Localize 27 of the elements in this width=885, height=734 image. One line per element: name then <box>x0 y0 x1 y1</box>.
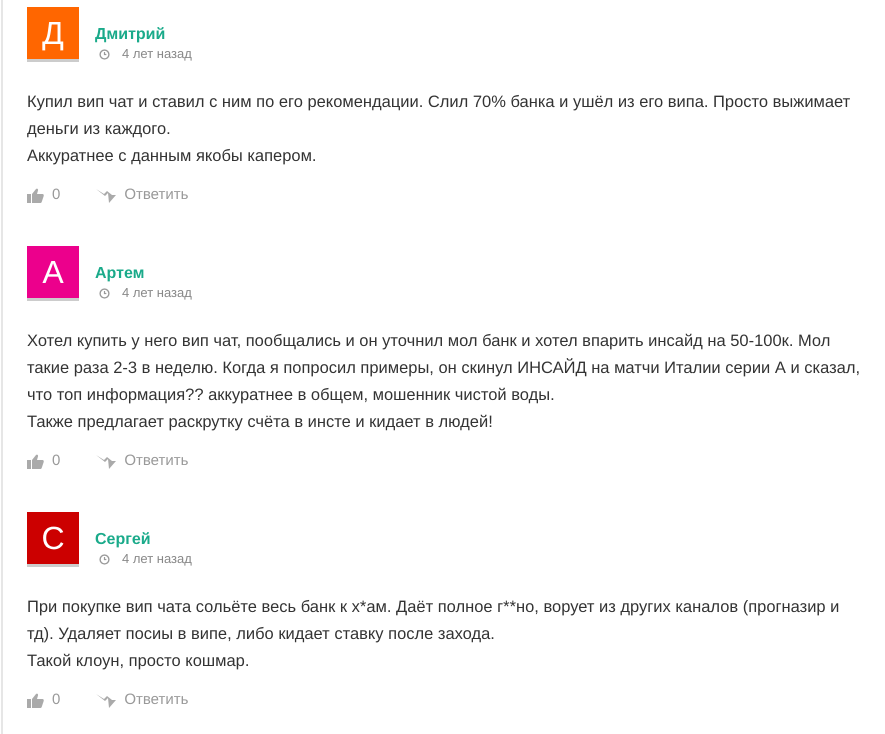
clock-icon <box>99 48 110 60</box>
comment-time: 4 лет назад <box>122 45 192 63</box>
author-name[interactable]: Сергей <box>95 530 192 550</box>
comment-time: 4 лет назад <box>122 550 192 568</box>
thumbs-up-icon[interactable] <box>27 454 44 468</box>
author-name[interactable]: Артем <box>95 264 192 284</box>
like-count: 0 <box>52 451 60 471</box>
author-name[interactable]: Дмитрий <box>95 25 192 45</box>
avatar: С <box>27 512 79 567</box>
clock-icon <box>99 288 110 298</box>
like-count: 0 <box>52 690 60 710</box>
reply-link[interactable]: Ответить <box>124 450 188 472</box>
comment-text: Аккуратнее с данным якобы капером. <box>27 146 318 167</box>
like-count: 0 <box>52 185 60 205</box>
thumbs-up-icon[interactable] <box>27 692 44 708</box>
comment-text: Также предлагает раскрутку счёта в инсте и кидает в людей! <box>27 412 494 433</box>
reply-link[interactable]: Ответить <box>124 689 188 711</box>
comment-text: Купил вип чат и ставил с ним по его рекомендации. Слил 70% банка и ушёл из его випа. Просто выжимает деньги из каждого. <box>27 92 852 140</box>
avatar: Д <box>27 7 79 62</box>
comment-text: Хотел купить у него вип чат, пообщались и он уточнил мол банк и хотел впарить инсайд на 50-100к. Мол такие раза 2-3 в неделю. Когда я попросил примеры, он скинул ИНСАЙД на матчи Италии серии А и сказал, что топ информация?? аккуратнее в общем, мошенник чистой воды. <box>27 331 862 406</box>
comment-time: 4 лет назад <box>122 284 192 302</box>
reply-link[interactable]: Ответить <box>124 184 188 206</box>
avatar: А <box>27 246 79 301</box>
comment-text: При покупке вип чата сольёте весь банк к х*ам. Даёт полное г**но, ворует из других каналов (прогназир и тд). Удаляет посиы в випе, либо кидает ставку после захода. <box>27 597 840 645</box>
comment-text: Такой клоун, просто кошмар. <box>27 651 250 672</box>
thumbs-up-icon[interactable] <box>27 188 44 202</box>
clock-icon <box>99 554 110 564</box>
